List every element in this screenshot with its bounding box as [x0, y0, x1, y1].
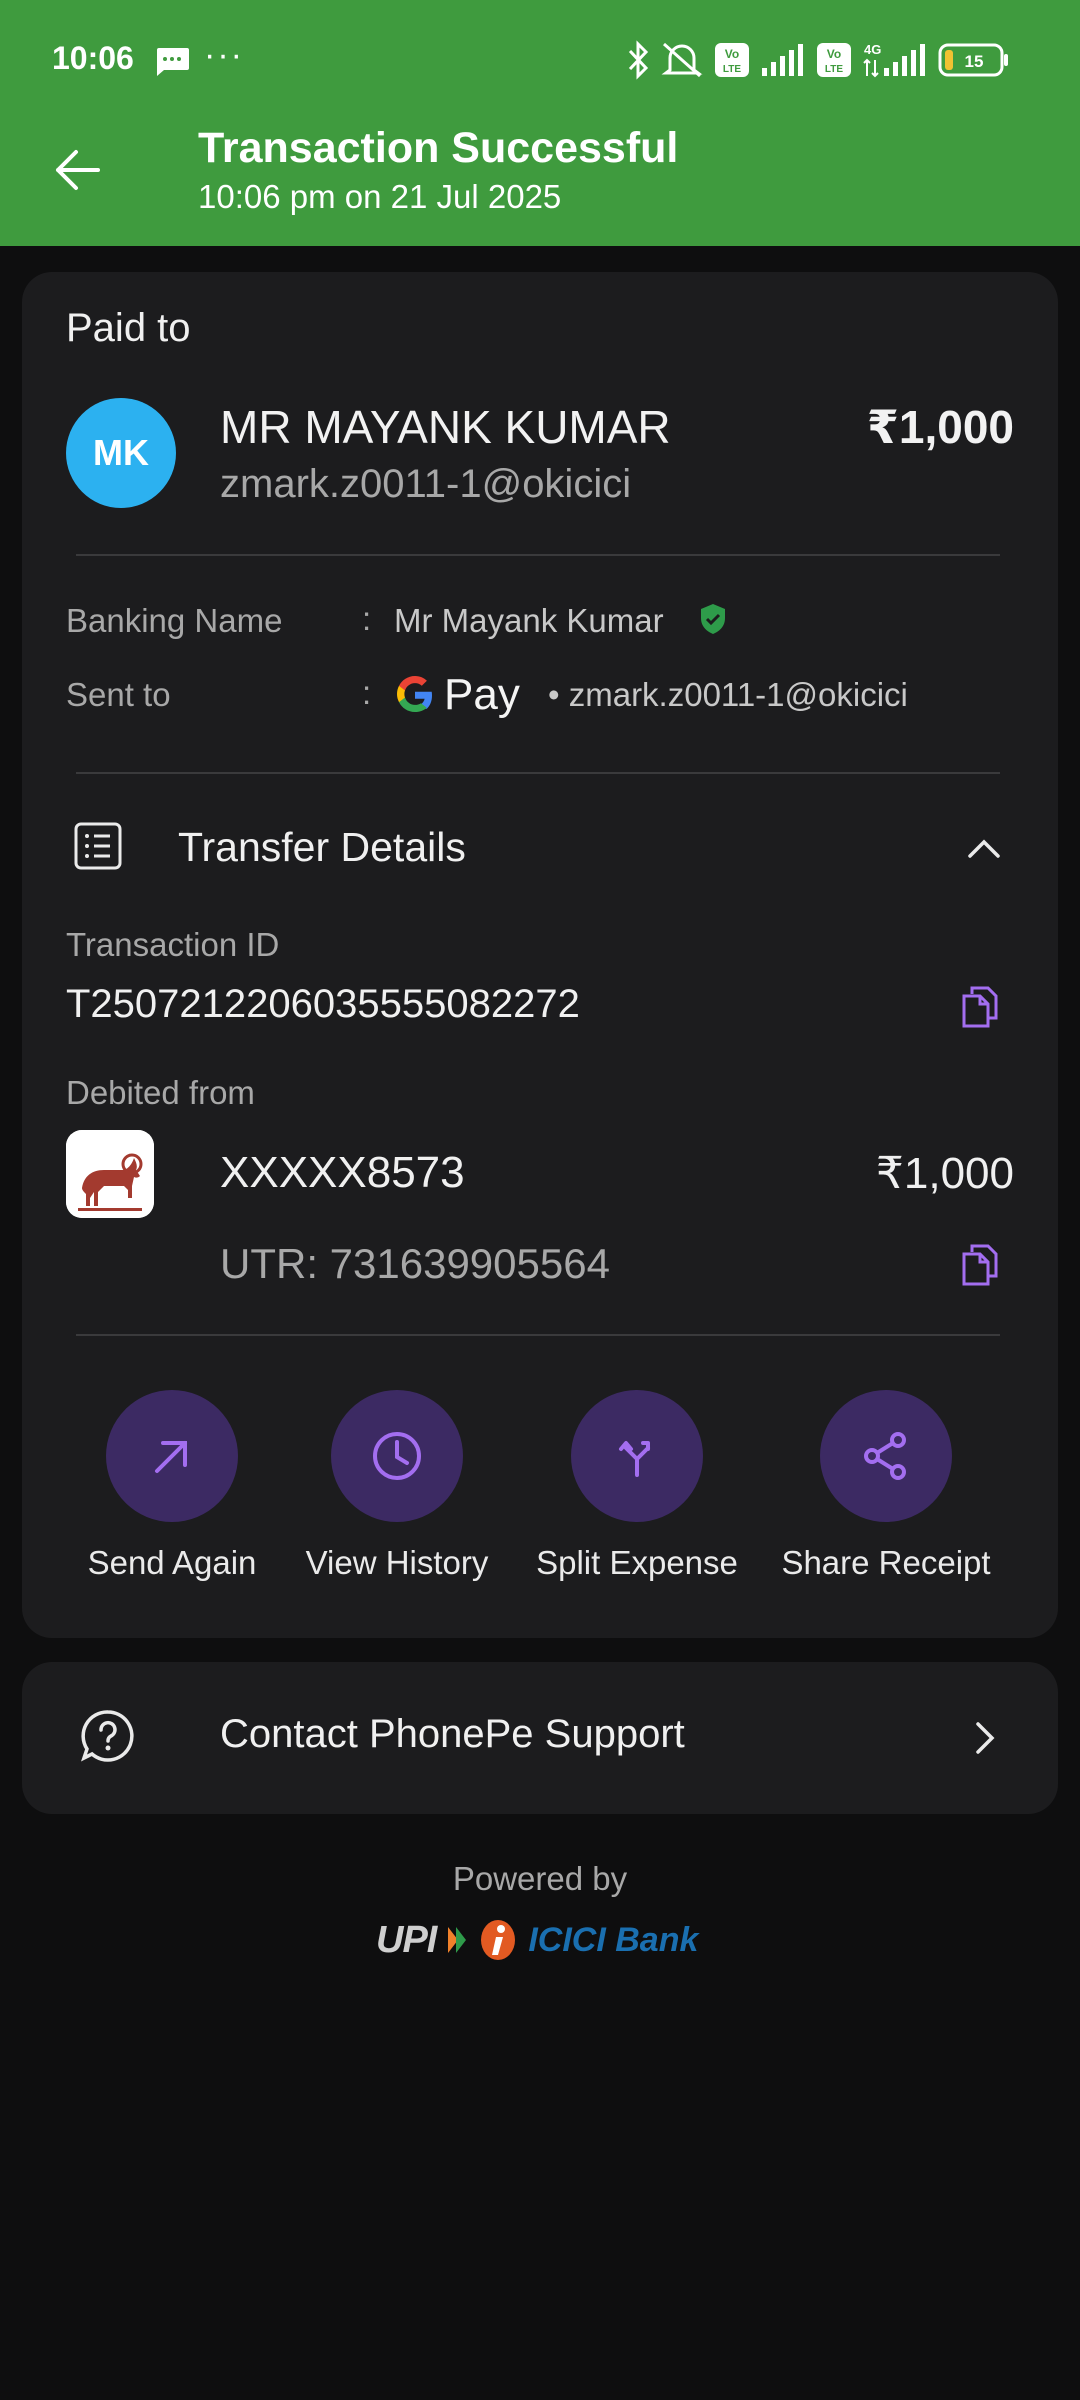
- more-notifications-icon: ···: [204, 36, 244, 74]
- icici-bank-logo: [66, 1130, 154, 1218]
- contact-support-label: Contact PhonePe Support: [220, 1712, 685, 1756]
- back-arrow-icon[interactable]: [48, 140, 108, 200]
- upi-icici-logos: UPI ICICI Bank: [376, 1910, 706, 1970]
- svg-text:4G: 4G: [864, 42, 881, 57]
- powered-by-label: Powered by: [452, 1860, 628, 1897]
- send-again-circle[interactable]: [106, 1390, 238, 1522]
- share-receipt-label: Share Receipt: [781, 1544, 991, 1581]
- transfer-details-title[interactable]: Transfer Details: [178, 824, 466, 871]
- payment-amount: ₹1,000: [866, 401, 1014, 453]
- banking-name-value: Mr Mayank Kumar: [394, 602, 664, 639]
- divider: [76, 772, 1000, 774]
- copy-icon[interactable]: [960, 984, 1000, 1028]
- copy-icon[interactable]: [960, 1242, 1000, 1286]
- header-bar: 10:06 ··· Vo LTE Vo LTE 4G 15 Transactio…: [0, 0, 1080, 246]
- google-pay-wordmark: Pay: [444, 670, 520, 719]
- transaction-id-value: T2507212206035555082272: [66, 982, 580, 1026]
- transaction-id-label: Transaction ID: [66, 926, 280, 963]
- battery-icon: 15: [938, 43, 1008, 77]
- volte-icon: Vo LTE: [817, 43, 851, 77]
- help-circle-icon: [81, 1710, 134, 1762]
- sent-to-upi-id: • zmark.z0011-1@okicici: [548, 676, 908, 713]
- payee-upi-id: zmark.z0011-1@okicici: [220, 462, 632, 506]
- send-again-button[interactable]: Send Again: [62, 1390, 282, 1582]
- sent-to-label: Sent to: [66, 676, 171, 713]
- banking-name-label: Banking Name: [66, 602, 283, 639]
- message-icon: [157, 48, 189, 76]
- divider: [76, 554, 1000, 556]
- share-receipt-circle[interactable]: [820, 1390, 952, 1522]
- icici-i-logo: [481, 1920, 516, 1960]
- split-expense-label: Split Expense: [536, 1544, 738, 1581]
- battery-level: 15: [965, 52, 984, 71]
- svg-text:LTE: LTE: [825, 64, 843, 75]
- page-title: Transaction Successful: [198, 124, 679, 172]
- transaction-card: Paid to MK MR MAYANK KUMAR zmark.z0011-1…: [22, 272, 1058, 1638]
- debited-amount: ₹1,000: [875, 1149, 1014, 1198]
- send-again-label: Send Again: [87, 1544, 257, 1581]
- volte-icon: Vo LTE: [715, 43, 749, 77]
- status-icons: Vo LTE Vo LTE 4G 15: [626, 38, 1010, 82]
- svg-text:Vo: Vo: [725, 47, 739, 61]
- view-history-button[interactable]: View History: [287, 1390, 507, 1582]
- status-time: 10:06: [52, 40, 134, 76]
- debited-from-label: Debited from: [66, 1074, 255, 1111]
- share-icon: [864, 1432, 906, 1480]
- chevron-up-icon[interactable]: [964, 828, 1004, 868]
- colon: :: [362, 674, 372, 711]
- bluetooth-icon: [628, 40, 649, 80]
- paid-to-label: Paid to: [66, 306, 191, 350]
- google-g-icon: [397, 676, 432, 712]
- debited-account-number: XXXXX8573: [220, 1148, 465, 1197]
- silent-icon: [661, 42, 703, 78]
- contact-support-row[interactable]: Contact PhonePe Support: [22, 1662, 1058, 1814]
- utr-number: UTR: 731639905564: [220, 1240, 610, 1287]
- colon: :: [362, 600, 372, 637]
- svg-text:LTE: LTE: [723, 64, 741, 75]
- signal-icon: [762, 44, 803, 76]
- clock-icon: [373, 1432, 421, 1480]
- upi-arrow-icon: [448, 1927, 467, 1953]
- share-receipt-button[interactable]: Share Receipt: [776, 1390, 996, 1582]
- google-pay-logo: Pay: [394, 670, 520, 720]
- view-history-label: View History: [305, 1544, 489, 1581]
- receipt-list-icon: [74, 822, 122, 870]
- transaction-timestamp: 10:06 pm on 21 Jul 2025: [198, 178, 562, 215]
- 4g-signal-icon: 4G: [863, 42, 925, 78]
- split-icon: [619, 1441, 650, 1477]
- arrow-up-right-icon: [155, 1441, 187, 1473]
- view-history-circle[interactable]: [331, 1390, 463, 1522]
- icici-bank-wordmark: ICICI Bank: [528, 1920, 699, 1959]
- avatar: MK: [66, 398, 176, 508]
- divider: [76, 1334, 1000, 1336]
- svg-text:Vo: Vo: [827, 47, 841, 61]
- payee-name: MR MAYANK KUMAR: [220, 401, 671, 453]
- chevron-right-icon: [976, 1722, 995, 1754]
- split-expense-circle[interactable]: [571, 1390, 703, 1522]
- verified-shield-icon: [701, 604, 725, 634]
- status-bar: 10:06 ··· Vo LTE Vo LTE 4G 15: [0, 0, 1080, 118]
- split-expense-button[interactable]: Split Expense: [527, 1390, 747, 1582]
- upi-logo: UPI: [376, 1918, 437, 1961]
- lion-emblem-icon: [66, 1130, 154, 1218]
